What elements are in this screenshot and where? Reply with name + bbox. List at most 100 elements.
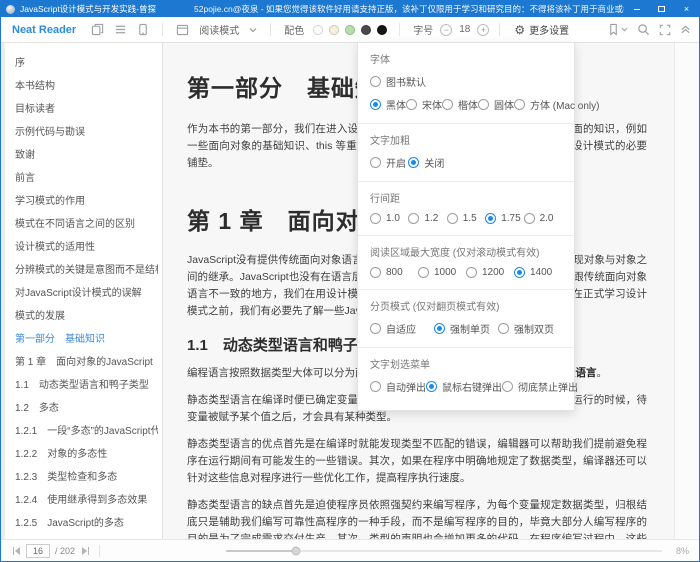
library-icon[interactable] bbox=[91, 23, 104, 36]
radio-option[interactable]: 1.5 bbox=[447, 213, 485, 224]
toc-item[interactable]: 示例代码与勘误 bbox=[15, 119, 158, 142]
radio-label: 开启 bbox=[386, 155, 406, 170]
radio-option[interactable]: 1400 bbox=[514, 267, 562, 278]
gear-icon: ⚙ bbox=[514, 24, 525, 36]
toc-item[interactable]: 学习模式的作用 bbox=[15, 188, 158, 211]
bookmark-icon bbox=[608, 23, 619, 36]
radio-label: 1.2 bbox=[424, 213, 438, 224]
color-swatch-green[interactable] bbox=[345, 25, 355, 35]
radio-label: 1400 bbox=[530, 267, 552, 278]
radio-option[interactable]: 1.2 bbox=[408, 213, 446, 224]
toc-item[interactable]: 对JavaScript设计模式的误解 bbox=[15, 280, 158, 303]
toc-item[interactable]: 1.1 动态类型语言和鸭子类型 bbox=[15, 372, 158, 395]
color-swatch-black[interactable] bbox=[377, 25, 387, 35]
page-number-input[interactable] bbox=[26, 544, 50, 558]
radio-label: 楷体 bbox=[458, 97, 478, 112]
toc-item[interactable]: 前言 bbox=[15, 165, 158, 188]
next-page-icon[interactable] bbox=[81, 546, 91, 556]
toc-item[interactable]: 设计模式的适用性 bbox=[15, 234, 158, 257]
radio-icon bbox=[447, 213, 458, 224]
color-swatch-dark-gray[interactable] bbox=[361, 25, 371, 35]
radio-label: 图书默认 bbox=[386, 74, 426, 89]
radio-icon bbox=[442, 99, 453, 110]
collapse-toolbar-icon[interactable] bbox=[680, 24, 691, 35]
prev-page-icon[interactable] bbox=[11, 546, 21, 556]
titlebar-notice: 52pojie.cn@夜泉 - 如果您觉得该软件好用请支持正版，该补丁仅限用于学… bbox=[194, 3, 624, 15]
close-button[interactable]: × bbox=[674, 1, 699, 17]
radio-option[interactable]: 彻底禁止弹出 bbox=[502, 379, 578, 394]
radio-option[interactable]: 鼠标右键弹出 bbox=[426, 379, 502, 394]
radio-icon bbox=[406, 99, 417, 110]
progress-slider-fill bbox=[226, 550, 296, 552]
minimize-button[interactable] bbox=[624, 1, 649, 17]
more-settings-label: 更多设置 bbox=[529, 22, 569, 37]
toc-item[interactable]: 1.2.1 一段“多态”的JavaScript代码 bbox=[15, 418, 158, 441]
toc-item[interactable]: 序 bbox=[15, 50, 158, 73]
color-swatch-sepia[interactable] bbox=[329, 25, 339, 35]
radio-icon bbox=[370, 381, 381, 392]
radio-option[interactable]: 宋体 bbox=[406, 97, 442, 112]
toc-item[interactable]: 1.2.2 对象的多态性 bbox=[15, 441, 158, 464]
radio-option[interactable]: 开启 bbox=[370, 155, 408, 170]
maximize-button[interactable] bbox=[649, 1, 674, 17]
mobile-icon[interactable] bbox=[137, 23, 149, 36]
radio-option[interactable]: 圆体 bbox=[478, 97, 514, 112]
radio-option[interactable]: 1200 bbox=[466, 267, 514, 278]
font-size-increase-button[interactable]: + bbox=[477, 24, 489, 36]
toc-item[interactable]: 模式在不同语言之间的区别 bbox=[15, 211, 158, 234]
radio-selected-icon bbox=[514, 267, 525, 278]
toc-item[interactable]: 第一部分 基础知识 bbox=[15, 326, 158, 349]
app-window: JavaScript设计模式与开发实践-曾探 52pojie.cn@夜泉 - 如… bbox=[0, 0, 700, 562]
radio-option[interactable]: 800 bbox=[370, 267, 418, 278]
toc-toggle-icon[interactable] bbox=[114, 23, 127, 36]
radio-option[interactable]: 方体 (Mac only) bbox=[514, 97, 599, 112]
radio-label: 2.0 bbox=[540, 213, 554, 224]
chevron-down-icon[interactable] bbox=[249, 27, 257, 33]
radio-label: 1.0 bbox=[386, 213, 400, 224]
radio-option[interactable]: 图书默认 bbox=[370, 74, 562, 89]
toc-item[interactable]: 1.2.3 类型检查和多态 bbox=[15, 464, 158, 487]
radio-option[interactable]: 自适应 bbox=[370, 321, 434, 336]
toc-item[interactable]: 致谢 bbox=[15, 142, 158, 165]
toc-item[interactable]: 第 1 章 面向对象的JavaScript bbox=[15, 349, 158, 372]
radio-option[interactable]: 1000 bbox=[418, 267, 466, 278]
progress-slider-handle[interactable] bbox=[291, 546, 300, 555]
radio-icon bbox=[408, 213, 419, 224]
toc-item[interactable]: 目标读者 bbox=[15, 96, 158, 119]
toc-item[interactable]: 模式的发展 bbox=[15, 303, 158, 326]
more-settings-button[interactable]: ⚙ 更多设置 bbox=[514, 22, 569, 37]
radio-option[interactable]: 强制单页 bbox=[434, 321, 498, 336]
paragraph: 静态类型语言的优点首先是在编译时就能发现类型不匹配的错误，编辑器可以帮助我们提前… bbox=[187, 436, 647, 487]
settings-section-title: 字体 bbox=[370, 51, 562, 66]
progress-slider[interactable] bbox=[226, 550, 662, 552]
radio-option[interactable]: 1.75 bbox=[485, 213, 523, 224]
radio-option[interactable]: 黑体 bbox=[370, 97, 406, 112]
settings-section-title: 行间距 bbox=[370, 190, 562, 205]
search-icon[interactable] bbox=[637, 23, 650, 36]
radio-option[interactable]: 关闭 bbox=[408, 155, 446, 170]
radio-option[interactable]: 自动弹出 bbox=[370, 379, 426, 394]
toc-item[interactable]: 1.2.4 使用继承得到多态效果 bbox=[15, 487, 158, 510]
radio-icon bbox=[370, 267, 381, 278]
toc-item[interactable]: 1.2.5 JavaScript的多态 bbox=[15, 510, 158, 533]
toc-item[interactable]: 分辨模式的关键是意图而不是结构 bbox=[15, 257, 158, 280]
radio-icon bbox=[498, 323, 509, 334]
color-swatch-white[interactable] bbox=[313, 25, 323, 35]
toc-item[interactable]: 本书结构 bbox=[15, 73, 158, 96]
toc-item[interactable]: 1.2.6 多态在面向对象程序设计… bbox=[15, 533, 158, 539]
radio-option[interactable]: 强制双页 bbox=[498, 321, 562, 336]
radio-option[interactable]: 楷体 bbox=[442, 97, 478, 112]
radio-option[interactable]: 1.0 bbox=[370, 213, 408, 224]
toc-list: 序本书结构目标读者示例代码与勘误致谢前言学习模式的作用模式在不同语言之间的区别设… bbox=[15, 50, 158, 539]
toc-item[interactable]: 1.2 多态 bbox=[15, 395, 158, 418]
radio-icon bbox=[514, 99, 525, 110]
font-size-decrease-button[interactable]: − bbox=[440, 24, 452, 36]
reading-mode-button[interactable]: 阅读模式 bbox=[199, 22, 239, 37]
radio-label: 宋体 bbox=[422, 97, 442, 112]
radio-icon bbox=[370, 157, 381, 168]
radio-option[interactable]: 2.0 bbox=[524, 213, 562, 224]
bookmark-button[interactable] bbox=[608, 23, 628, 36]
toolbar-divider bbox=[399, 23, 400, 36]
brand-logo[interactable]: Neat Reader bbox=[12, 24, 76, 36]
fullscreen-icon[interactable] bbox=[659, 24, 671, 36]
